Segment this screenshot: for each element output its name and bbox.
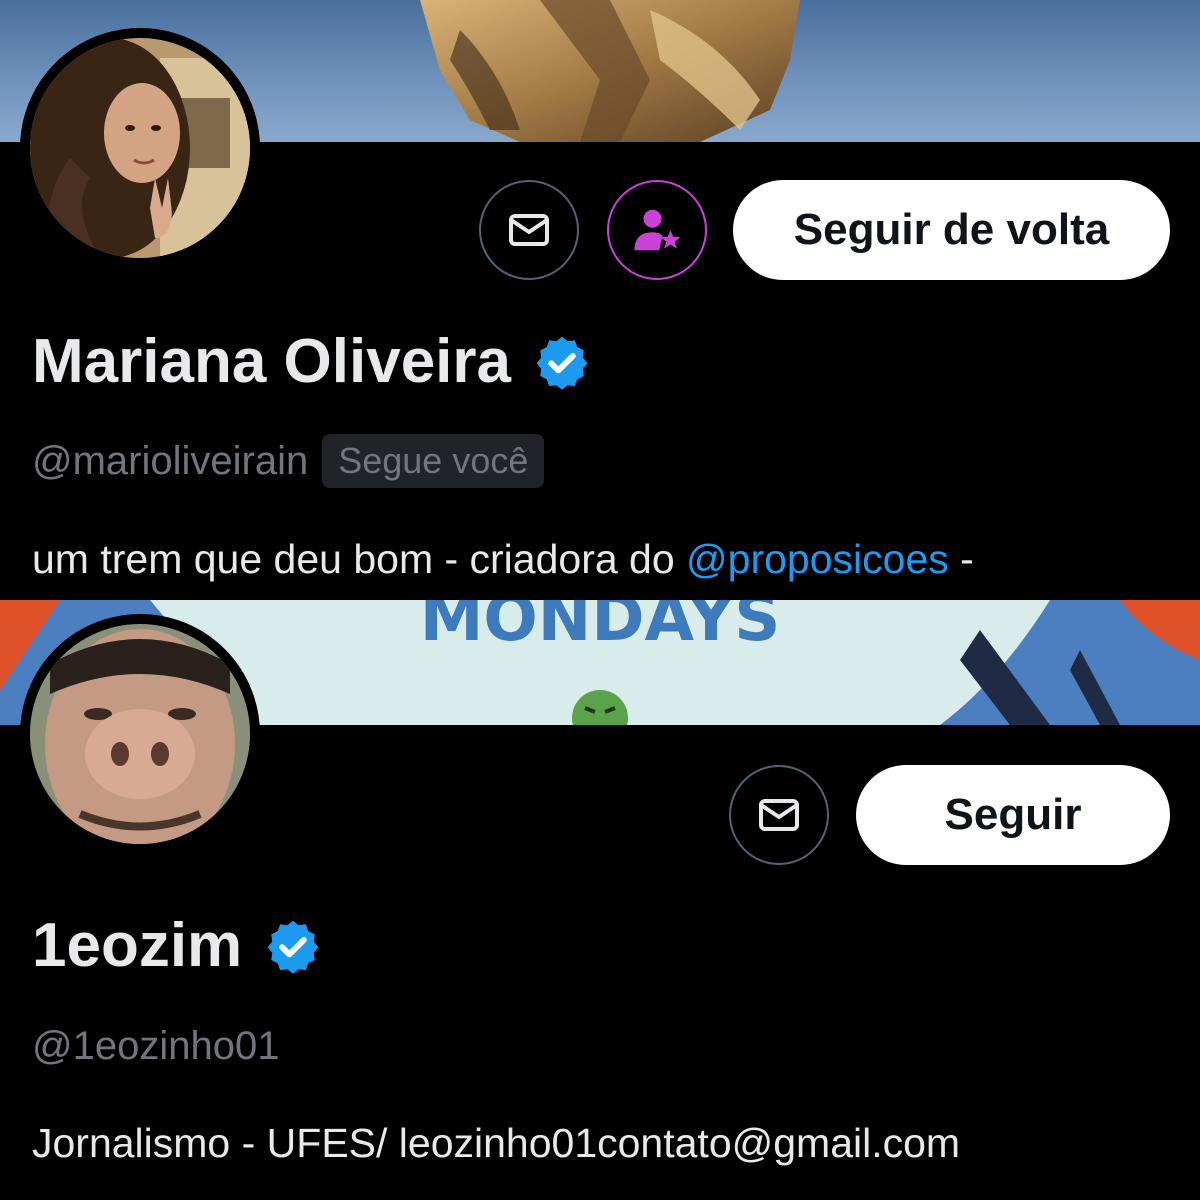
message-button[interactable] (729, 765, 829, 865)
avatar-photo (30, 624, 250, 844)
subscribe-button[interactable] (607, 180, 707, 280)
follows-you-badge: Segue você (322, 434, 545, 488)
profile-card-2: MONDAYS Seguir 1eozim @1eozinho01 Jornal… (0, 600, 1200, 1200)
message-button[interactable] (479, 180, 579, 280)
avatar-photo (30, 38, 250, 258)
follow-button[interactable]: Seguir (856, 765, 1170, 865)
envelope-icon (759, 799, 799, 831)
avatar[interactable] (20, 614, 260, 854)
verified-badge-icon[interactable] (264, 917, 322, 975)
profile-card-1: Seguir de volta Mariana Oliveira @mariol… (0, 0, 1200, 600)
avatar[interactable] (20, 28, 260, 268)
handle: @marioliveirain (32, 438, 309, 483)
bio-text-end: - (948, 536, 974, 582)
name-row: 1eozim (32, 910, 322, 981)
verified-badge-icon[interactable] (533, 333, 591, 391)
display-name: 1eozim (32, 911, 243, 980)
handle-row: @marioliveirain Segue você (32, 434, 545, 488)
envelope-icon (509, 214, 549, 246)
handle: @1eozinho01 (32, 1024, 280, 1068)
banner-text: MONDAYS (420, 600, 781, 656)
bio-text: um trem que deu bom - criadora do (32, 536, 687, 582)
name-row: Mariana Oliveira (32, 326, 591, 397)
bio: um trem que deu bom - criadora do @propo… (32, 536, 974, 583)
handle-row: @1eozinho01 (32, 1024, 279, 1069)
display-name: Mariana Oliveira (32, 327, 512, 396)
follow-back-button[interactable]: Seguir de volta (733, 180, 1170, 280)
user-star-icon (634, 209, 681, 251)
bio: Jornalismo - UFES/ leozinho01contato@gma… (32, 1120, 961, 1166)
bio-mention-link[interactable]: @proposicoes (686, 536, 949, 582)
